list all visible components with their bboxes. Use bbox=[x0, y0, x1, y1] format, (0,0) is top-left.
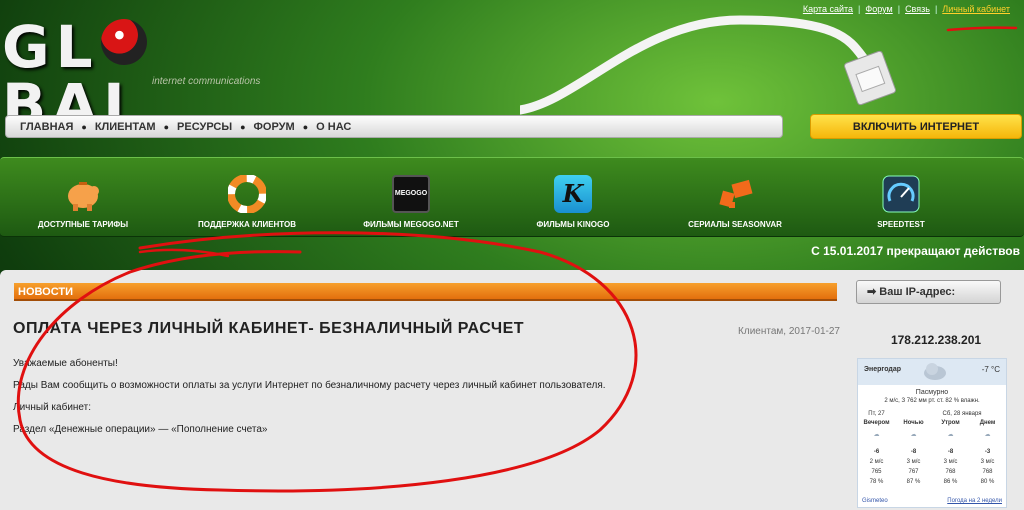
weather-humidity: 78 % 87 % 86 % 80 % bbox=[858, 479, 1006, 491]
service-label: ПОДДЕРЖКА КЛИЕНТОВ bbox=[198, 220, 296, 229]
ip-widget-header: ➡ Ваш IP-адрес: bbox=[856, 280, 1001, 304]
weather-pressure-value: 768 bbox=[982, 469, 993, 475]
speedometer-icon bbox=[881, 174, 921, 214]
globe-icon bbox=[100, 19, 147, 65]
separator: | bbox=[934, 4, 938, 14]
nav-bullet: ● bbox=[240, 121, 246, 132]
weather-period: Ночью bbox=[903, 420, 924, 426]
piggy-bank-icon bbox=[63, 174, 103, 214]
sidebar: ➡ Ваш IP-адрес: 178.212.238.201 Энергода… bbox=[848, 270, 1024, 510]
weather-pressure-value: 768 bbox=[945, 469, 956, 475]
cloud-snow-icon: ☁ bbox=[984, 432, 991, 438]
nav-bullet: ● bbox=[81, 121, 87, 132]
service-label: SPEEDTEST bbox=[877, 220, 925, 229]
cabinet-link[interactable]: Личный кабинет bbox=[942, 4, 1010, 14]
nav-item-resources[interactable]: РЕСУРСЫ bbox=[177, 121, 232, 133]
weather-wind: 3 м/с bbox=[906, 459, 921, 465]
service-tariffs[interactable]: ДОСТУПНЫЕ ТАРИФЫ bbox=[8, 174, 158, 229]
article-paragraph: Рады Вам сообщить о возможности оплаты з… bbox=[13, 380, 606, 391]
ethernet-cable-icon bbox=[520, 15, 896, 115]
cloud-icon bbox=[924, 363, 946, 380]
cloud-snow-icon: ☁ bbox=[873, 432, 880, 438]
cloud-snow-icon: ☁ bbox=[910, 432, 917, 438]
logo-subtitle: internet communications bbox=[152, 76, 261, 87]
weather-humidity-value: 78 % bbox=[869, 479, 884, 485]
megogo-badge: MEGOGO bbox=[392, 175, 430, 213]
service-support[interactable]: ПОДДЕРЖКА КЛИЕНТОВ bbox=[172, 174, 322, 229]
arrow-right-icon: ➡ bbox=[867, 286, 880, 298]
weather-humidity-value: 87 % bbox=[906, 479, 921, 485]
kinogo-badge: K bbox=[554, 175, 592, 213]
weather-date: Сб, 28 января bbox=[942, 411, 982, 417]
news-section-header: НОВОСТИ bbox=[14, 283, 837, 301]
weather-pressure-value: 765 bbox=[871, 469, 882, 475]
cloud-snow-icon: ☁ bbox=[947, 432, 954, 438]
service-label: СЕРИАЛЫ SEASONVAR bbox=[688, 220, 782, 229]
weather-period-temp: -3 bbox=[984, 449, 991, 455]
weather-details: 2 м/с, З 762 мм рт. ст. 82 % влажн. bbox=[884, 398, 980, 404]
site-logo[interactable]: GLBAL internet communications bbox=[2, 18, 282, 134]
nav-bullet: ● bbox=[163, 121, 170, 132]
gismeteo-logo[interactable]: Gismeteo bbox=[862, 498, 888, 504]
weather-temp: -7 °C bbox=[981, 365, 1000, 374]
article-paragraph: Личный кабинет: bbox=[13, 402, 92, 413]
services-bar: ДОСТУПНЫЕ ТАРИФЫ ПОДДЕРЖКА КЛИЕНТОВ MEGO… bbox=[0, 157, 1024, 237]
nav-item-forum[interactable]: ФОРУМ bbox=[254, 121, 295, 133]
weather-period-temp: -6 bbox=[873, 449, 880, 455]
weather-period: Вечером bbox=[863, 420, 890, 426]
weather-icons: ☁ ☁ ☁ ☁ bbox=[858, 431, 1006, 445]
weather-date: Пт, 27 bbox=[868, 411, 885, 417]
weather-pressure-value: 767 bbox=[908, 469, 919, 475]
weather-humidity-value: 86 % bbox=[943, 479, 958, 485]
news-ticker: С 15.01.2017 прекращают действов bbox=[811, 244, 1020, 258]
main-content: НОВОСТИ ОПЛАТА ЧЕРЕЗ ЛИЧНЫЙ КАБИНЕТ- БЕЗ… bbox=[0, 270, 848, 510]
nav-item-home[interactable]: ГЛАВНАЯ bbox=[20, 121, 73, 133]
service-label: ФИЛЬМЫ MEGOGO.NET bbox=[363, 220, 459, 229]
ip-address-value: 178.212.238.201 bbox=[890, 333, 982, 347]
weather-widget[interactable]: Энергодар -7 °C Пасмурно 2 м/с, З 762 мм… bbox=[857, 358, 1007, 508]
megogo-icon: MEGOGO bbox=[391, 174, 431, 214]
article-meta: Клиентам, 2017-01-27 bbox=[738, 326, 840, 337]
nav-item-about[interactable]: О НАС bbox=[316, 121, 351, 133]
weather-wind: 2 м/с bbox=[869, 459, 884, 465]
lifebuoy-icon bbox=[227, 174, 267, 214]
weather-city: Энергодар bbox=[864, 366, 901, 373]
main-nav: ГЛАВНАЯ ● КЛИЕНТАМ ● РЕСУРСЫ ● ФОРУМ ● О НАС bbox=[5, 115, 783, 138]
article-title[interactable]: ОПЛАТА ЧЕРЕЗ ЛИЧНЫЙ КАБИНЕТ- БЕЗНАЛИЧНЫЙ… bbox=[13, 320, 524, 338]
service-seasonvar[interactable]: СЕРИАЛЫ SEASONVAR bbox=[660, 174, 810, 229]
weather-wind: 3 м/с bbox=[943, 459, 958, 465]
weather-period-temp: -8 bbox=[947, 449, 954, 455]
weather-period: Утром bbox=[941, 420, 960, 426]
weather-condition: Пасмурно bbox=[915, 389, 949, 396]
weather-period-temp: -8 bbox=[910, 449, 917, 455]
seasonvar-icon bbox=[715, 174, 755, 214]
service-speedtest[interactable]: SPEEDTEST bbox=[826, 174, 976, 229]
weather-period: Днем bbox=[979, 420, 996, 426]
nav-bullet: ● bbox=[302, 121, 309, 132]
article-paragraph: Раздел «Денежные операции» — «Пополнение… bbox=[13, 424, 268, 435]
weather-wind: 3 м/с bbox=[980, 459, 995, 465]
two-week-forecast-link[interactable]: Погода на 2 недели bbox=[947, 498, 1002, 504]
article-paragraph: Уважаемые абоненты! bbox=[13, 358, 118, 369]
ip-header-label: Ваш IP-адрес: bbox=[879, 286, 956, 298]
nav-item-clients[interactable]: КЛИЕНТАМ bbox=[95, 121, 156, 133]
service-megogo[interactable]: MEGOGO ФИЛЬМЫ MEGOGO.NET bbox=[336, 174, 486, 229]
connect-internet-button[interactable]: ВКЛЮЧИТЬ ИНТЕРНЕТ bbox=[810, 114, 1022, 139]
kinogo-icon: K bbox=[553, 174, 593, 214]
service-label: ФИЛЬМЫ KINOGO bbox=[536, 220, 610, 229]
service-kinogo[interactable]: K ФИЛЬМЫ KINOGO bbox=[498, 174, 648, 229]
weather-humidity-value: 80 % bbox=[980, 479, 995, 485]
service-label: ДОСТУПНЫЕ ТАРИФЫ bbox=[37, 220, 129, 229]
weather-header: Энергодар -7 °C bbox=[858, 359, 1006, 385]
